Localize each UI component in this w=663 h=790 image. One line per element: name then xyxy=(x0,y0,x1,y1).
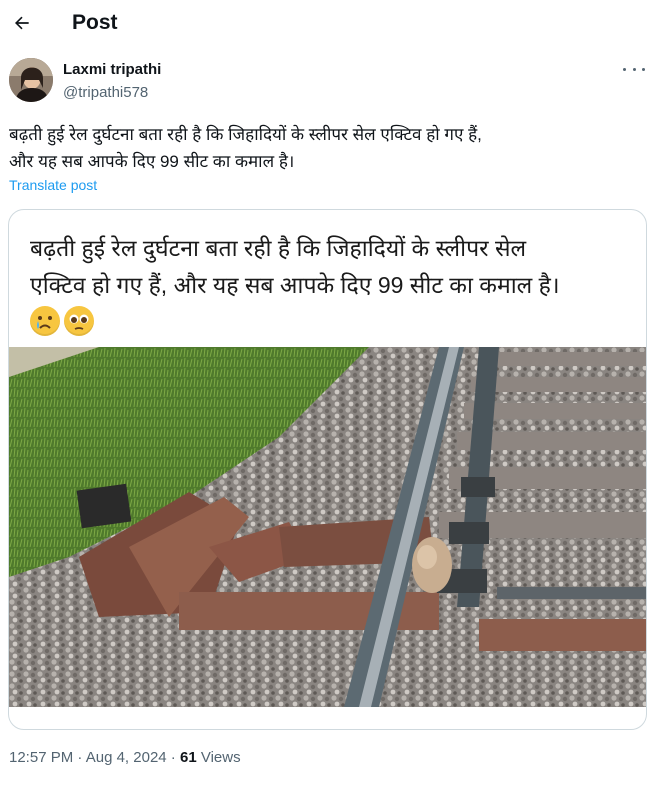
page-title: Post xyxy=(72,11,118,34)
pleading-face-icon xyxy=(64,306,94,336)
arrow-left-icon xyxy=(15,16,29,30)
author-handle[interactable]: @tripathi578 xyxy=(63,83,148,102)
crying-face-icon xyxy=(30,306,60,336)
post-timestamp: 12:57 PM · Aug 4, 2024 · 61 Views xyxy=(9,749,241,766)
dot-icon xyxy=(642,67,645,71)
dot-icon xyxy=(632,67,636,71)
top-bar: Post xyxy=(0,0,663,46)
views-count: 61 xyxy=(179,749,197,766)
post-text: बढ़ती हुई रेल दुर्घटना बता रही है कि जिह… xyxy=(9,125,482,171)
author-name[interactable]: Laxmi tripathi xyxy=(63,60,161,79)
post-time[interactable]: 12:57 PM xyxy=(9,749,73,766)
more-options-button[interactable] xyxy=(623,60,645,78)
railway-track-photo xyxy=(9,347,646,707)
emoji-row xyxy=(30,306,94,336)
post-media[interactable]: बढ़ती हुई रेल दुर्घटना बता रही है कि जिह… xyxy=(8,209,647,730)
avatar-image xyxy=(9,58,53,102)
views-label: Views xyxy=(200,749,241,766)
media-caption: बढ़ती हुई रेल दुर्घटना बता रही है कि जिह… xyxy=(30,235,560,298)
separator: · xyxy=(166,749,180,766)
separator: · xyxy=(73,749,86,766)
translate-post-link[interactable]: Translate post xyxy=(9,177,97,193)
post-date[interactable]: Aug 4, 2024 xyxy=(86,749,167,766)
back-button[interactable] xyxy=(10,11,34,35)
dot-icon xyxy=(623,67,626,71)
avatar[interactable] xyxy=(9,58,53,102)
